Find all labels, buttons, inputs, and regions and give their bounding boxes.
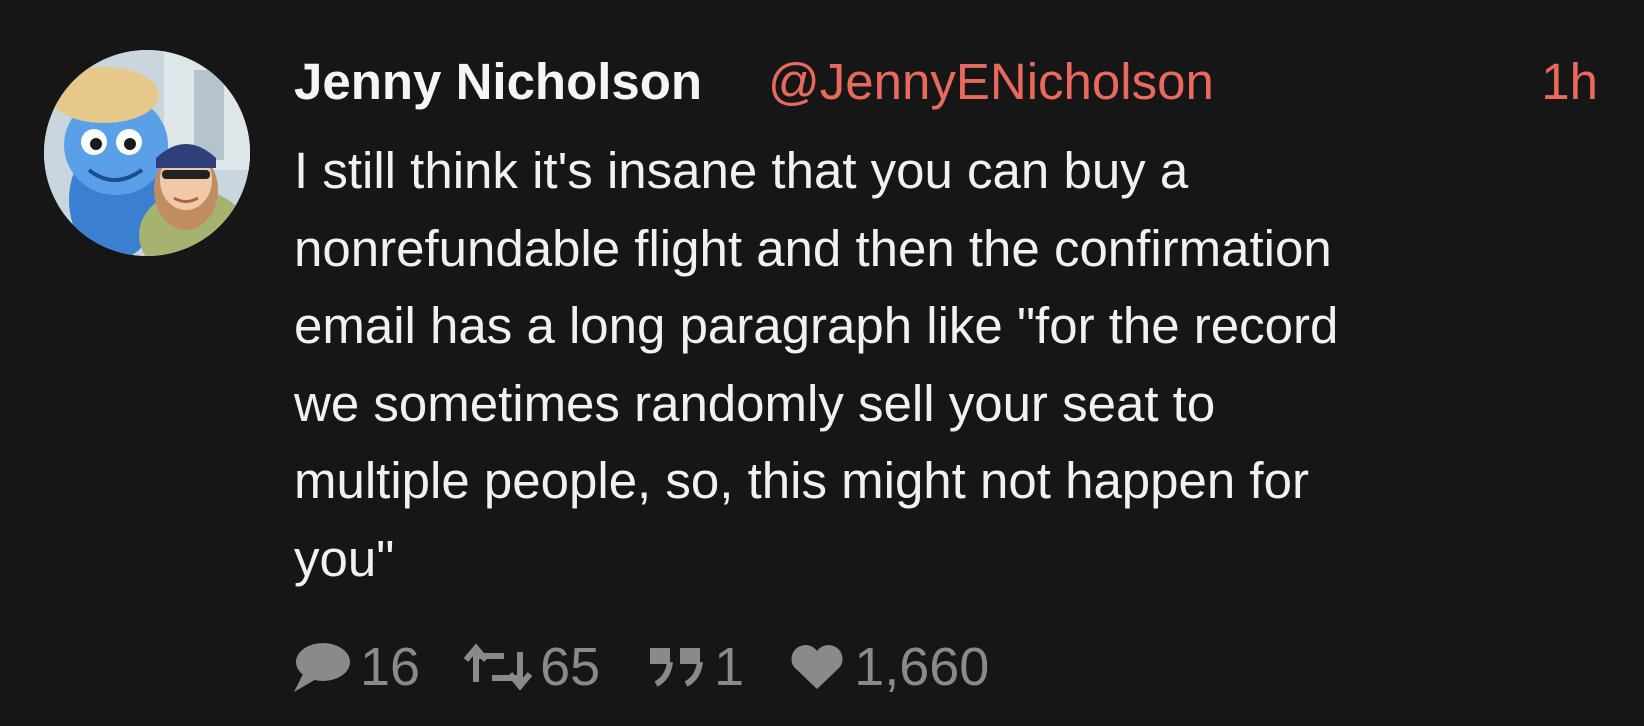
author-name[interactable]: Jenny Nicholson [294,52,702,112]
tweet-text-line: you" [294,529,395,587]
tweet-text-line: email has a long paragraph like "for the… [294,297,1339,354]
retweet-count: 65 [540,637,601,697]
reply-count: 16 [360,637,421,697]
quote-icon [644,644,706,690]
tweet-text-line: I still think it's insane that you can b… [294,142,1189,199]
quote-count: 1 [714,637,745,697]
retweet-button[interactable]: 65 [464,632,600,702]
tweet-card[interactable]: Jenny Nicholson @JennyENicholson 1h I st… [0,0,1644,726]
tweet-actions: 16 65 1 1,660 [290,632,1033,702]
timestamp[interactable]: 1h [1541,52,1598,112]
speech-bubble-icon [290,640,352,694]
like-button[interactable]: 1,660 [788,632,989,702]
reply-button[interactable]: 16 [290,632,420,702]
tweet-header: Jenny Nicholson @JennyENicholson 1h [294,44,1604,114]
tweet-text: I still think it's insane that you can b… [294,132,1564,597]
quote-button[interactable]: 1 [644,632,744,702]
tweet-text-line: nonrefundable flight and then the confir… [294,219,1332,277]
tweet-text-line: we sometimes randomly sell your seat to [294,374,1216,432]
retweet-icon [464,642,533,692]
tweet-text-line: multiple people, so, this might not happ… [294,452,1309,509]
heart-icon [788,641,846,693]
like-count: 1,660 [854,637,990,697]
avatar-image [44,50,250,256]
author-handle[interactable]: @JennyENicholson [768,52,1214,112]
avatar[interactable] [44,50,250,256]
